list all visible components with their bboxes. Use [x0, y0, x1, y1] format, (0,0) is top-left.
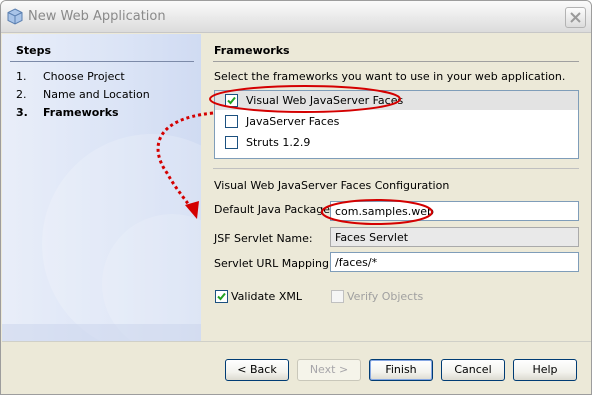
url-mapping-field[interactable]	[330, 252, 579, 272]
default-package-label: Default Java Package:	[214, 203, 334, 216]
validate-xml-label[interactable]: Validate XML	[231, 290, 302, 303]
frameworks-list: Visual Web JavaServer Faces JavaServer F…	[214, 90, 579, 159]
validate-xml-checkbox[interactable]	[215, 290, 228, 303]
netbeans-cube-icon	[7, 8, 23, 25]
default-package-field[interactable]	[330, 201, 579, 221]
step-frameworks: 3. Frameworks	[16, 106, 196, 124]
framework-checkbox[interactable]	[225, 136, 238, 149]
frameworks-divider	[213, 61, 579, 62]
next-button[interactable]: Next >	[297, 359, 361, 381]
step-label: Frameworks	[43, 106, 119, 119]
step-label: Choose Project	[43, 70, 125, 83]
new-web-application-dialog: New Web Application Steps 1. Choose Proj…	[0, 0, 592, 395]
step-number: 2.	[16, 88, 27, 101]
servlet-name-field	[330, 227, 579, 247]
config-divider	[213, 168, 579, 169]
window-title: New Web Application	[28, 9, 166, 24]
steps-panel: Steps 1. Choose Project 2. Name and Loca…	[2, 34, 201, 341]
steps-divider	[10, 61, 194, 62]
help-button[interactable]: Help	[513, 359, 577, 381]
finish-button[interactable]: Finish	[369, 359, 433, 381]
servlet-name-label: JSF Servlet Name:	[214, 232, 313, 245]
framework-checkbox[interactable]	[225, 94, 238, 107]
config-heading: Visual Web JavaServer Faces Configuratio…	[214, 179, 450, 192]
framework-item-visual-web-jsf[interactable]: Visual Web JavaServer Faces	[215, 91, 578, 110]
button-bar-divider	[2, 341, 591, 342]
checkmark-icon	[217, 292, 226, 301]
framework-item-jsf[interactable]: JavaServer Faces	[215, 112, 578, 131]
step-number: 1.	[16, 70, 27, 83]
framework-label: JavaServer Faces	[246, 115, 340, 128]
step-number: 3.	[16, 106, 28, 119]
framework-label: Struts 1.2.9	[246, 136, 311, 149]
verify-objects-checkbox[interactable]	[331, 290, 344, 303]
framework-checkbox[interactable]	[225, 115, 238, 128]
framework-item-struts[interactable]: Struts 1.2.9	[215, 133, 578, 152]
step-choose-project: 1. Choose Project	[16, 70, 196, 88]
frameworks-panel: Frameworks Select the frameworks you wan…	[202, 34, 591, 341]
cancel-button[interactable]: Cancel	[441, 359, 505, 381]
close-icon	[570, 12, 581, 23]
back-button[interactable]: < Back	[225, 359, 289, 381]
steps-list: 1. Choose Project 2. Name and Location 3…	[16, 70, 196, 124]
step-label: Name and Location	[43, 88, 150, 101]
verify-objects-label: Verify Objects	[347, 290, 424, 303]
steps-heading: Steps	[16, 44, 52, 57]
frameworks-instructions: Select the frameworks you want to use in…	[214, 70, 566, 83]
framework-label: Visual Web JavaServer Faces	[246, 94, 404, 107]
frameworks-heading: Frameworks	[214, 44, 290, 57]
close-button[interactable]	[565, 7, 586, 28]
url-mapping-label: Servlet URL Mapping:	[214, 257, 333, 270]
step-name-and-location: 2. Name and Location	[16, 88, 196, 106]
checkmark-icon	[227, 96, 236, 105]
title-bar: New Web Application	[1, 1, 591, 33]
